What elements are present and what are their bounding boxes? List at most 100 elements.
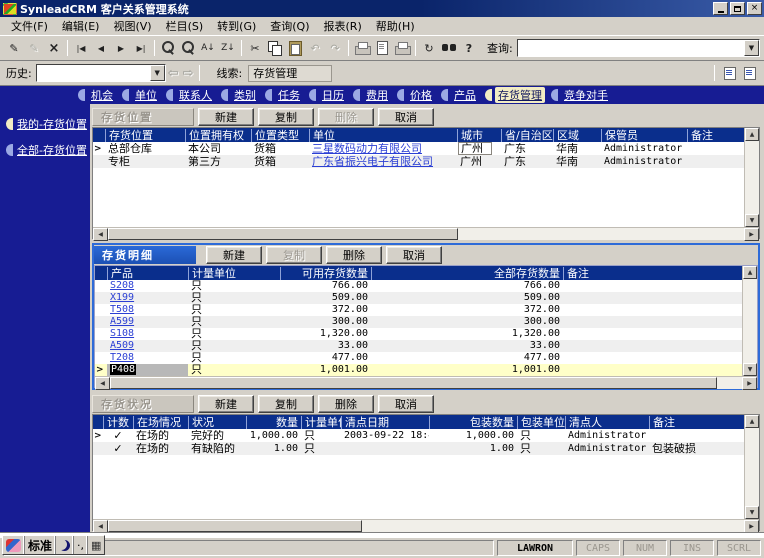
scroll-down-icon[interactable]: ▼ <box>743 363 757 376</box>
scroll-down-icon[interactable]: ▼ <box>745 506 759 519</box>
location-new-button[interactable]: 新建 <box>198 108 254 126</box>
selected-product-cell[interactable]: P408 <box>110 364 137 375</box>
table-row[interactable]: ✓ 在场的 有缺陷的 1.00 只 1.00 只 Administrator 包… <box>93 442 744 455</box>
table-row[interactable]: X199 只 509.00 509.00 <box>95 292 742 304</box>
tab-price[interactable]: 价格 <box>397 87 435 103</box>
col-unit[interactable]: 计量单位 <box>188 266 280 280</box>
company-link[interactable]: 广东省振兴电子有限公司 <box>312 156 433 168</box>
table-row[interactable]: S208 只 766.00 766.00 <box>95 280 742 292</box>
refresh-icon[interactable]: ↻ <box>419 39 439 57</box>
table-row-selected[interactable]: > P408 只 1,001.00 1,001.00 <box>95 364 742 376</box>
tab-calendar[interactable]: 日历 <box>309 87 347 103</box>
report-alt-icon[interactable] <box>742 66 758 80</box>
history-input[interactable] <box>36 65 150 81</box>
table-row[interactable]: T508 只 372.00 372.00 <box>95 304 742 316</box>
ime-keyboard-icon[interactable]: ▦ <box>88 536 104 554</box>
status-delete-button[interactable]: 删除 <box>318 395 374 413</box>
history-forward-icon[interactable]: ⇨ <box>183 66 194 81</box>
tab-competitor[interactable]: 竞争对手 <box>551 87 611 103</box>
col-pkg-unit[interactable]: 包装单位 <box>517 415 565 429</box>
scroll-right-icon[interactable]: ▶ <box>742 377 757 390</box>
product-link[interactable]: T508 <box>110 304 134 315</box>
report-icon[interactable] <box>722 66 738 80</box>
scroll-left-icon[interactable]: ◀ <box>93 520 108 532</box>
col-qty[interactable]: 数量 <box>246 415 301 429</box>
restore-button[interactable] <box>730 2 745 15</box>
menu-query[interactable]: 查询(Q) <box>263 17 316 35</box>
sidebar-item-all-locations[interactable]: 全部-存货位置 <box>0 139 90 161</box>
sort-ascending-icon[interactable]: A↓ <box>198 39 218 57</box>
city-cell-editor[interactable]: 广州 <box>458 142 492 155</box>
col-location[interactable]: 存货位置 <box>105 128 185 142</box>
col-city[interactable]: 城市 <box>457 128 501 142</box>
tab-company[interactable]: 单位 <box>122 87 160 103</box>
col-count-date[interactable]: 清点日期 <box>341 415 429 429</box>
new-record-icon[interactable]: ✎ <box>4 39 24 57</box>
redo-icon[interactable]: ↷ <box>325 39 345 57</box>
status-cancel-button[interactable]: 取消 <box>378 395 434 413</box>
menu-goto[interactable]: 转到(G) <box>210 17 263 35</box>
menu-help[interactable]: 帮助(H) <box>369 17 422 35</box>
product-link[interactable]: T208 <box>110 352 134 363</box>
print-preview-icon[interactable] <box>392 39 412 57</box>
edit-record-icon[interactable]: ✎ <box>24 39 44 57</box>
location-cancel-button[interactable]: 取消 <box>378 108 434 126</box>
col-total-qty[interactable]: 全部存货数量 <box>371 266 563 280</box>
previous-record-icon[interactable]: ◀ <box>91 39 111 57</box>
scrollbar-thumb[interactable] <box>108 520 363 532</box>
col-ownership[interactable]: 位置拥有权 <box>185 128 251 142</box>
delete-record-icon[interactable]: × <box>44 39 64 57</box>
menu-sections[interactable]: 栏目(S) <box>159 17 211 35</box>
product-link[interactable]: A509 <box>110 340 134 351</box>
menu-view[interactable]: 视图(V) <box>106 17 158 35</box>
find-icon[interactable] <box>439 39 459 57</box>
table-row[interactable]: T208 只 477.00 477.00 <box>95 352 742 364</box>
query-dropdown-icon[interactable]: ▼ <box>744 40 759 56</box>
detail-section-tab[interactable]: 存货明细 <box>94 246 196 264</box>
status-copy-button[interactable]: 复制 <box>258 395 314 413</box>
scroll-up-icon[interactable]: ▲ <box>745 128 759 141</box>
table-row[interactable]: > ✓ 在场的 完好的 1,000.00 只 2003-09-22 18:47 … <box>93 429 744 442</box>
col-note[interactable]: 备注 <box>649 415 744 429</box>
col-keeper[interactable]: 保管员 <box>601 128 687 142</box>
ime-logo-icon[interactable] <box>3 536 25 554</box>
status-new-button[interactable]: 新建 <box>198 395 254 413</box>
product-link[interactable]: S208 <box>110 280 134 291</box>
search-icon[interactable] <box>158 39 178 57</box>
col-unit[interactable]: 计量单位 <box>301 415 341 429</box>
sidebar-item-my-locations[interactable]: 我的-存货位置 <box>0 113 90 135</box>
product-link[interactable]: A599 <box>110 316 134 327</box>
scroll-left-icon[interactable]: ◀ <box>93 228 108 241</box>
tab-opportunity[interactable]: 机会 <box>78 87 116 103</box>
scroll-down-icon[interactable]: ▼ <box>745 214 759 227</box>
menu-file[interactable]: 文件(F) <box>4 17 55 35</box>
horizontal-scrollbar[interactable]: ◀ ▶ <box>95 376 757 390</box>
horizontal-scrollbar[interactable]: ◀ ▶ <box>93 519 759 532</box>
detail-new-button[interactable]: 新建 <box>206 246 262 264</box>
vertical-scrollbar[interactable]: ▲ ▼ <box>744 415 759 519</box>
col-note[interactable]: 备注 <box>563 266 742 280</box>
status-section-tab[interactable]: 存货状况 <box>92 395 194 413</box>
last-record-icon[interactable]: ▶| <box>131 39 151 57</box>
tab-category[interactable]: 类别 <box>221 87 259 103</box>
horizontal-scrollbar[interactable]: ◀ ▶ <box>93 227 759 241</box>
col-available-qty[interactable]: 可用存货数量 <box>280 266 371 280</box>
history-combobox[interactable]: ▼ <box>35 64 166 82</box>
col-region[interactable]: 区域 <box>553 128 601 142</box>
tab-task[interactable]: 任务 <box>265 87 303 103</box>
scroll-up-icon[interactable]: ▲ <box>745 415 759 428</box>
query-combobox[interactable]: ▼ <box>516 39 760 57</box>
product-link[interactable]: X199 <box>110 292 134 303</box>
tab-contact[interactable]: 联系人 <box>166 87 215 103</box>
col-product[interactable]: 产品 <box>107 266 188 280</box>
location-section-tab[interactable]: 存货位置 <box>92 108 194 126</box>
print-icon[interactable] <box>352 39 372 57</box>
minimize-button[interactable] <box>713 2 728 15</box>
table-row[interactable]: > 总部仓库 本公司 货箱 三星数码动力有限公司 广州 广东 华南 Admini… <box>93 142 744 155</box>
undo-icon[interactable]: ↶ <box>305 39 325 57</box>
col-presence[interactable]: 在场情况 <box>133 415 188 429</box>
vertical-scrollbar[interactable]: ▲ ▼ <box>742 266 757 376</box>
tab-expense[interactable]: 费用 <box>353 87 391 103</box>
search-preview-icon[interactable] <box>178 39 198 57</box>
scroll-right-icon[interactable]: ▶ <box>744 520 759 532</box>
